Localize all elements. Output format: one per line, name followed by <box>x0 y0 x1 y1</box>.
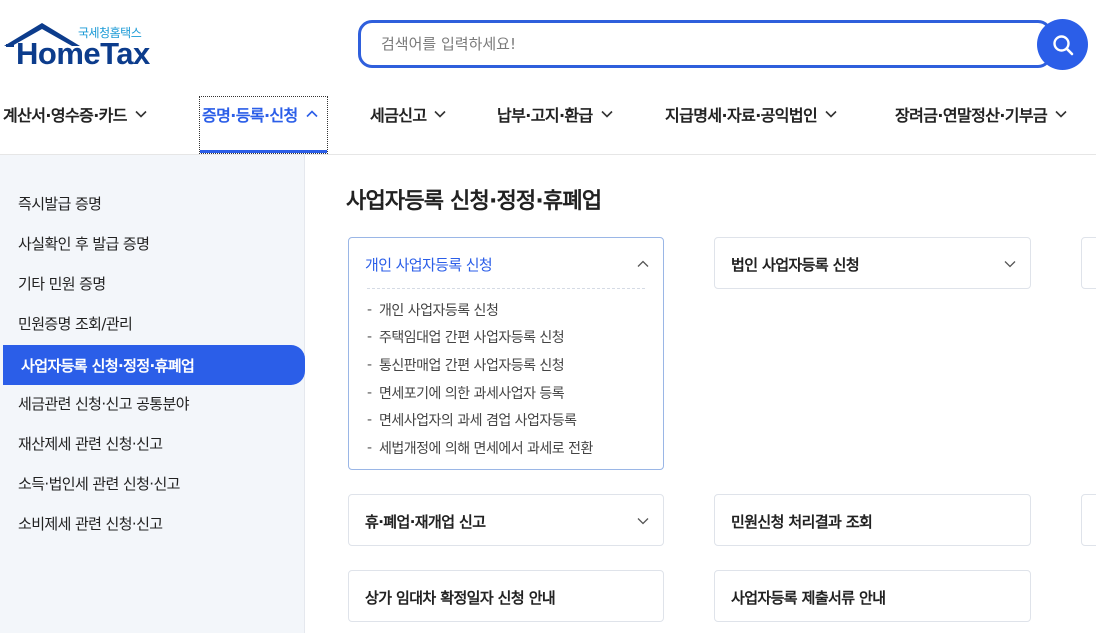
card-title: 사업자등록 제출서류 안내 <box>731 588 886 607</box>
sidebar-item-label: 즉시발급 증명 <box>18 194 102 213</box>
search-button[interactable] <box>1037 19 1088 70</box>
sub-link-label: 세법개정에 의해 면세에서 과세로 전환 <box>379 440 593 457</box>
card-title: 휴·폐업·재개업 신고 <box>365 512 486 531</box>
sidebar-item-label: 소비제세 관련 신청·신고 <box>18 514 163 533</box>
chevron-down-icon <box>637 517 649 525</box>
sidebar-item-tax-common[interactable]: 세금관련 신청·신고 공통분야 <box>0 383 305 423</box>
sidebar-item-label: 사실확인 후 발급 증명 <box>18 234 150 253</box>
gnb-item-incentives[interactable]: 장려금·연말정산·기부금 <box>895 96 1067 132</box>
sub-link-label: 개인 사업자등록 신청 <box>379 302 499 319</box>
page-title: 사업자등록 신청·정정·휴폐업 <box>346 189 602 214</box>
card-title: 법인 사업자등록 신청 <box>731 255 860 274</box>
sub-link-label: 주택임대업 간편 사업자등록 신청 <box>379 330 565 347</box>
card-title: 민원신청 처리결과 조회 <box>731 512 873 531</box>
gnb-item-payment[interactable]: 납부·고지·환급 <box>497 96 613 132</box>
gnb-item-statements[interactable]: 지급명세·자료·공익법인 <box>665 96 837 132</box>
card-individual-registration[interactable]: 개인 사업자등록 신청 - 개인 사업자등록 신청 - 주택임대업 간편 사업자등록… <box>348 237 664 470</box>
sidebar-item-fact-check-issue[interactable]: 사실확인 후 발급 증명 <box>0 223 305 263</box>
chevron-down-icon <box>434 110 447 118</box>
sidebar-item-label: 세금관련 신청·신고 공통분야 <box>18 394 190 413</box>
gnb-item-label: 계산서·영수증·카드 <box>3 106 128 125</box>
sidebar-item-consumption-tax[interactable]: 소비제세 관련 신청·신고 <box>0 503 305 543</box>
sub-link-label: 면세사업자의 과세 겸업 사업자등록 <box>379 413 577 430</box>
sidebar-item-other-certificates[interactable]: 기타 민원 증명 <box>0 263 305 303</box>
card-partial[interactable] <box>1081 237 1096 289</box>
gnb-item-label: 지급명세·자료·공익법인 <box>665 106 818 125</box>
sidebar: 즉시발급 증명 사실확인 후 발급 증명 기타 민원 증명 민원증명 조회/관리… <box>0 155 305 633</box>
chevron-up-icon[interactable] <box>637 260 649 268</box>
chevron-down-icon <box>1055 110 1067 118</box>
search-box <box>358 20 1052 68</box>
gnb-item-label: 납부·고지·환급 <box>497 106 593 125</box>
chevron-down-icon <box>601 110 613 118</box>
hometax-logo[interactable]: 국세청홈택스 HomeTax <box>2 20 162 72</box>
card-lease-fixed-date[interactable]: 상가 임대차 확정일자 신청 안내 <box>348 570 664 622</box>
sidebar-item-property-tax[interactable]: 재산제세 관련 신청·신고 <box>0 423 305 463</box>
sub-link-tax-exemption-waiver[interactable]: - 면세포기에 의한 과세사업자 등록 <box>367 379 593 407</box>
search-input[interactable] <box>361 23 1049 65</box>
card-corporate-registration[interactable]: 법인 사업자등록 신청 <box>714 237 1031 289</box>
card-divider <box>367 288 645 289</box>
sub-link-label: 통신판매업 간편 사업자등록 신청 <box>379 357 565 374</box>
main-navigation: 계산서·영수증·카드 증명·등록·신청 세금신고 납부·고지·환급 지급명세·자… <box>0 96 1096 154</box>
gnb-item-tax-filing[interactable]: 세금신고 <box>370 96 447 132</box>
search-icon <box>1052 34 1073 55</box>
sub-link-individual-registration[interactable]: - 개인 사업자등록 신청 <box>367 296 593 324</box>
sub-link-taxable-side-business[interactable]: - 면세사업자의 과세 겸업 사업자등록 <box>367 406 593 434</box>
sidebar-item-business-registration[interactable]: 사업자등록 신청·정정·휴폐업 <box>3 345 305 385</box>
gnb-active-underline <box>200 150 327 153</box>
card-title: 상가 임대차 확정일자 신청 안내 <box>365 588 556 607</box>
sidebar-item-label: 기타 민원 증명 <box>18 274 106 293</box>
card-closure-reopening[interactable]: 휴·폐업·재개업 신고 <box>348 494 664 546</box>
card-civil-result-lookup[interactable]: 민원신청 처리결과 조회 <box>714 494 1031 546</box>
sidebar-item-label: 재산제세 관련 신청·신고 <box>18 434 163 453</box>
card-title: 개인 사업자등록 신청 <box>365 255 493 274</box>
sidebar-item-label: 민원증명 조회/관리 <box>18 314 133 333</box>
card-sub-list: - 개인 사업자등록 신청 - 주택임대업 간편 사업자등록 신청 - 통신판매업 간… <box>367 296 593 462</box>
gnb-item-receipts[interactable]: 계산서·영수증·카드 <box>3 96 147 132</box>
sidebar-item-instant-issue[interactable]: 즉시발급 증명 <box>0 183 305 223</box>
sub-link-label: 면세포기에 의한 과세사업자 등록 <box>379 385 565 402</box>
logo-wordmark: HomeTax <box>16 36 150 71</box>
chevron-down-icon <box>135 110 147 118</box>
chevron-down-icon <box>825 110 837 118</box>
hometax-page: 국세청홈택스 HomeTax 계산서·영수증·카드 증명·등록·신청 세금신고 … <box>0 0 1096 633</box>
gnb-item-label: 세금신고 <box>370 106 427 125</box>
sub-link-exempt-to-taxable[interactable]: - 세법개정에 의해 면세에서 과세로 전환 <box>367 434 593 462</box>
sidebar-item-label: 소득·법인세 관련 신청·신고 <box>18 474 180 493</box>
gnb-item-label: 장려금·연말정산·기부금 <box>895 106 1048 125</box>
sidebar-item-income-corporate-tax[interactable]: 소득·법인세 관련 신청·신고 <box>0 463 305 503</box>
gnb-focus-outline <box>199 96 328 154</box>
sidebar-item-certificate-manage[interactable]: 민원증명 조회/관리 <box>0 303 305 343</box>
sub-link-mail-order[interactable]: - 통신판매업 간편 사업자등록 신청 <box>367 351 593 379</box>
card-partial[interactable] <box>1081 494 1096 546</box>
card-required-documents[interactable]: 사업자등록 제출서류 안내 <box>714 570 1031 622</box>
chevron-down-icon <box>1004 260 1016 268</box>
sub-link-housing-rental[interactable]: - 주택임대업 간편 사업자등록 신청 <box>367 324 593 352</box>
sidebar-item-label: 사업자등록 신청·정정·휴폐업 <box>21 356 195 375</box>
